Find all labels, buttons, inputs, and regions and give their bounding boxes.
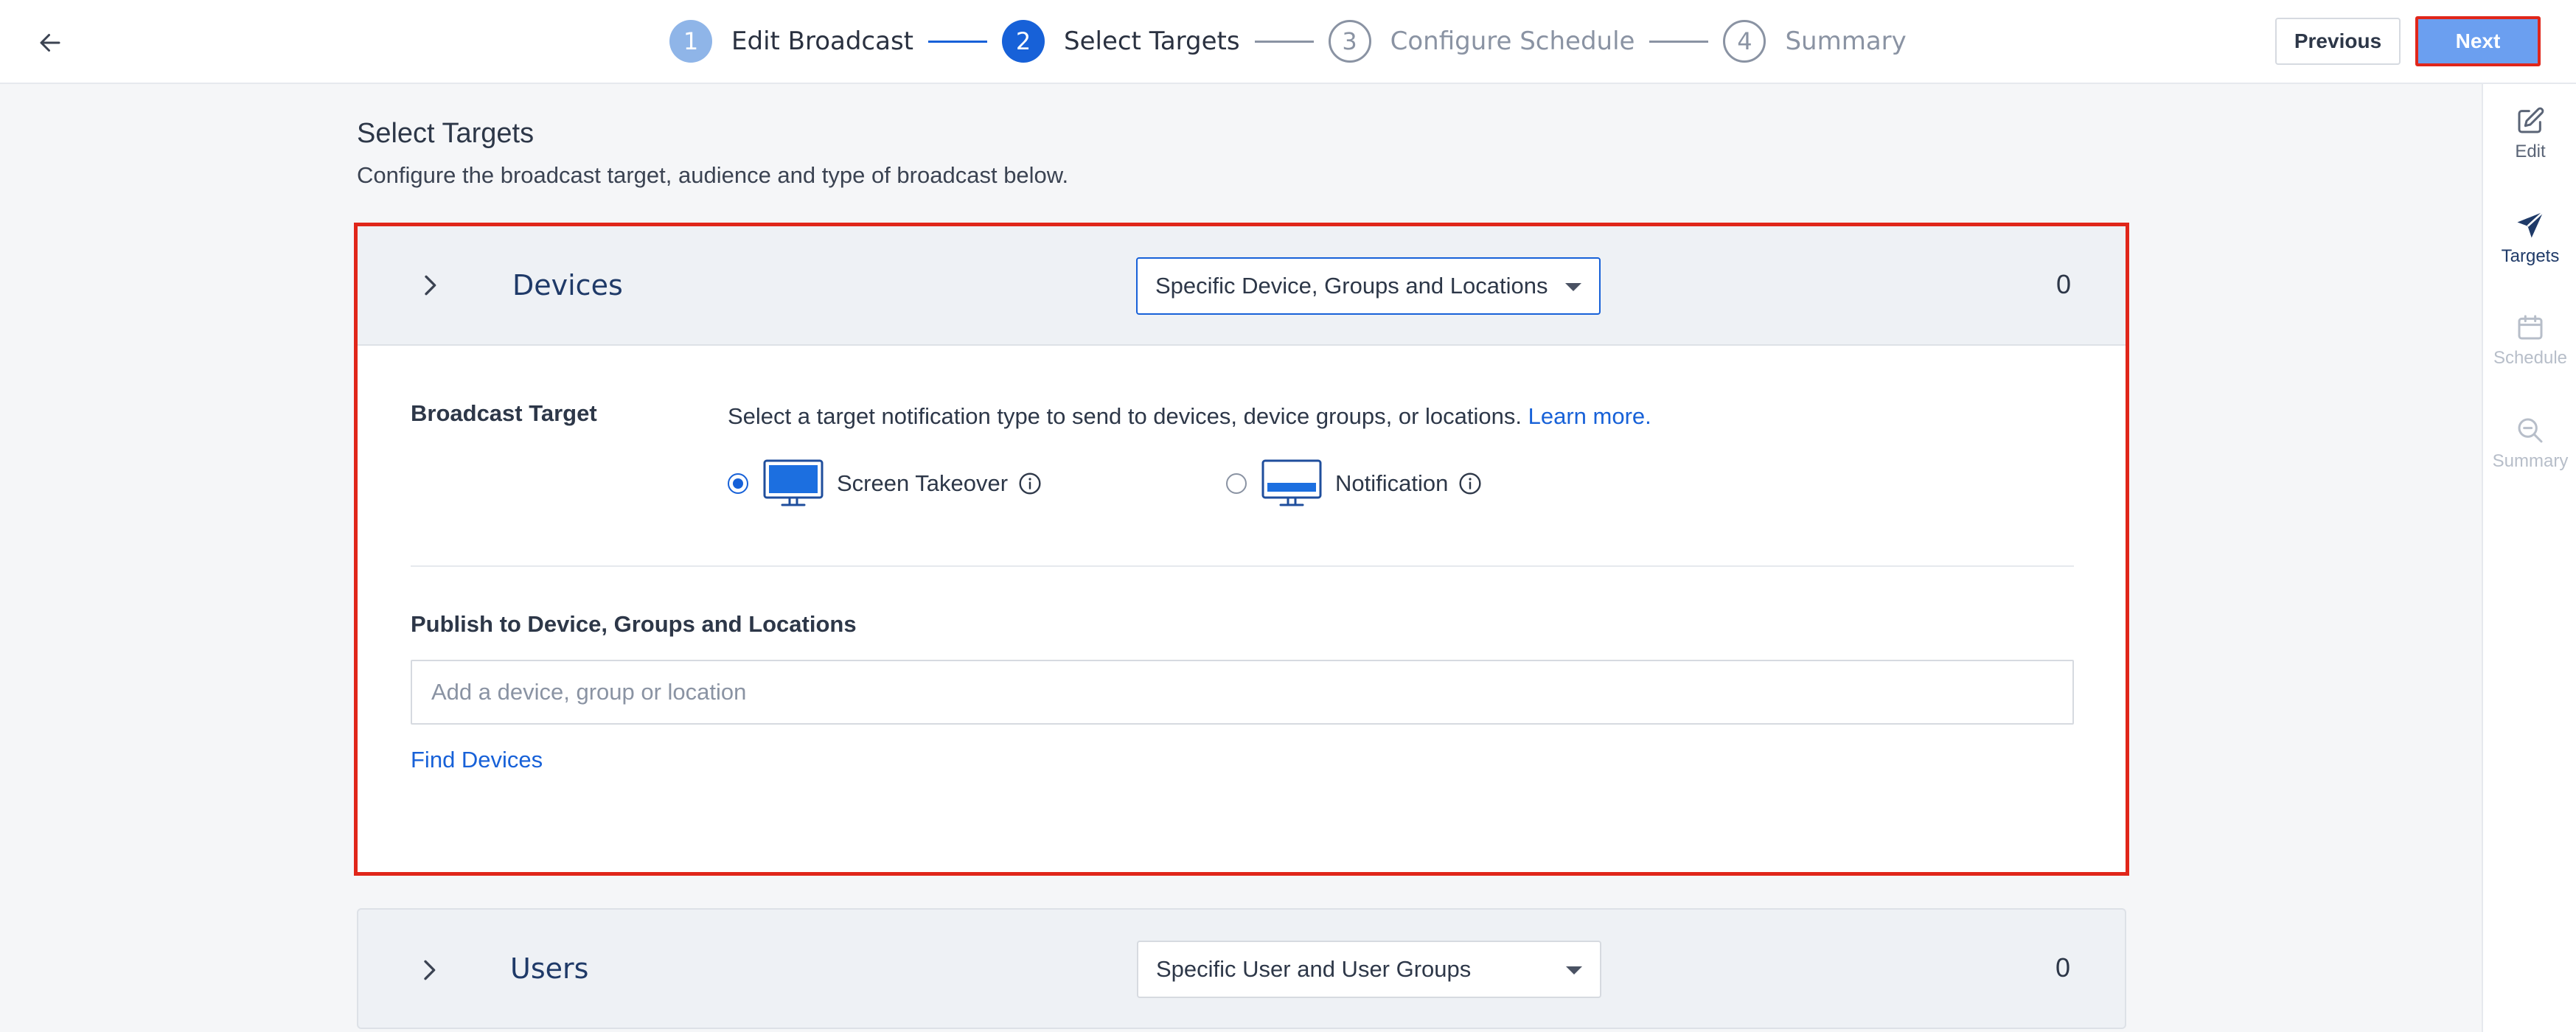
rail-item-summary[interactable]: Summary xyxy=(2483,416,2576,497)
devices-section-header[interactable]: Devices Specific Device, Groups and Loca… xyxy=(358,226,2126,346)
rail-item-targets[interactable]: Targets xyxy=(2483,209,2576,290)
page-subtitle: Configure the broadcast target, audience… xyxy=(357,162,1069,188)
option-notification[interactable]: Notification xyxy=(1226,459,1482,508)
caret-down-icon xyxy=(1566,966,1582,975)
select-value: Specific Device, Groups and Locations xyxy=(1155,273,1548,299)
broadcast-target-description: Select a target notification type to sen… xyxy=(728,403,1651,430)
step-summary[interactable]: 4 Summary xyxy=(1723,20,1907,63)
step-number: 4 xyxy=(1723,20,1766,63)
devices-target-select[interactable]: Specific Device, Groups and Locations xyxy=(1136,257,1601,315)
monitor-filled-icon xyxy=(763,459,824,506)
step-edit-broadcast[interactable]: 1 Edit Broadcast xyxy=(669,20,913,63)
step-number: 2 xyxy=(1002,20,1045,63)
top-bar: 1 Edit Broadcast 2 Select Targets 3 Conf… xyxy=(0,0,2576,84)
step-number: 3 xyxy=(1328,20,1371,63)
step-connector xyxy=(1649,40,1709,43)
users-count: 0 xyxy=(2055,952,2070,983)
monitor-notification-icon xyxy=(1261,459,1322,506)
devices-count: 0 xyxy=(2055,269,2071,299)
step-label: Summary xyxy=(1785,27,1907,56)
edit-icon xyxy=(2518,107,2544,133)
page-title: Select Targets xyxy=(357,118,535,149)
step-label: Select Targets xyxy=(1064,27,1240,56)
step-label: Edit Broadcast xyxy=(731,27,913,56)
rail-item-label: Edit xyxy=(2515,142,2546,161)
devices-section: Devices Specific Device, Groups and Loca… xyxy=(354,223,2129,876)
notification-radio[interactable] xyxy=(1226,473,1247,494)
select-value: Specific User and User Groups xyxy=(1156,956,1472,982)
step-select-targets[interactable]: 2 Select Targets xyxy=(1002,20,1240,63)
rail-item-edit[interactable]: Edit xyxy=(2483,106,2576,187)
publish-label: Publish to Device, Groups and Locations xyxy=(411,611,857,637)
device-search-input[interactable] xyxy=(411,660,2074,725)
right-rail: Edit Targets Schedule Summary xyxy=(2482,84,2576,1032)
users-target-select[interactable]: Specific User and User Groups xyxy=(1137,941,1601,998)
learn-more-link[interactable]: Learn more. xyxy=(1528,403,1651,429)
devices-title: Devices xyxy=(512,269,623,301)
info-icon[interactable] xyxy=(1018,472,1042,495)
rail-item-label: Summary xyxy=(2492,451,2569,471)
users-section[interactable]: Users Specific User and User Groups 0 xyxy=(357,908,2126,1029)
calendar-icon xyxy=(2518,315,2543,340)
option-screen-takeover[interactable]: Screen Takeover xyxy=(728,459,1042,508)
step-number: 1 xyxy=(669,20,712,63)
next-button[interactable]: Next xyxy=(2415,16,2541,66)
screen-takeover-radio[interactable] xyxy=(728,473,748,494)
step-configure-schedule[interactable]: 3 Configure Schedule xyxy=(1328,20,1635,63)
step-connector xyxy=(1254,40,1314,43)
step-label: Configure Schedule xyxy=(1390,27,1635,56)
description-text: Select a target notification type to sen… xyxy=(728,403,1522,429)
rail-item-schedule[interactable]: Schedule xyxy=(2483,313,2576,394)
chevron-right-icon[interactable] xyxy=(414,955,444,985)
back-button[interactable] xyxy=(29,22,71,63)
caret-down-icon xyxy=(1565,283,1581,291)
rail-item-label: Targets xyxy=(2501,246,2560,266)
previous-button[interactable]: Previous xyxy=(2275,18,2401,65)
screen-takeover-label: Screen Takeover xyxy=(837,470,1009,496)
wizard-stepper: 1 Edit Broadcast 2 Select Targets 3 Conf… xyxy=(669,19,1907,63)
arrow-left-icon xyxy=(40,34,60,52)
users-title: Users xyxy=(510,952,589,985)
section-divider xyxy=(411,565,2074,567)
notification-label: Notification xyxy=(1335,470,1449,496)
rail-item-label: Schedule xyxy=(2493,348,2568,368)
step-connector xyxy=(928,40,987,43)
search-icon xyxy=(2518,418,2543,443)
find-devices-link[interactable]: Find Devices xyxy=(411,747,543,773)
info-icon[interactable] xyxy=(1458,472,1482,495)
paper-plane-icon xyxy=(2517,211,2544,238)
chevron-right-icon[interactable] xyxy=(415,271,445,300)
broadcast-target-label: Broadcast Target xyxy=(411,400,597,426)
